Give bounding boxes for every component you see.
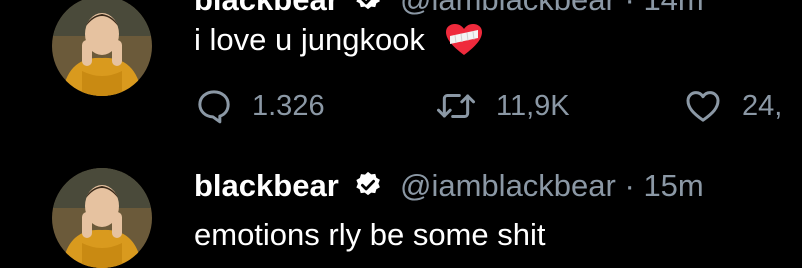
- avatar-image: [52, 168, 152, 268]
- display-name[interactable]: blackbear: [194, 0, 339, 17]
- reply-icon: [198, 90, 230, 124]
- separator-dot: ·: [624, 0, 634, 17]
- tweet-header: blackbear @iamblackbear · 14m: [194, 0, 704, 18]
- tweet-text: i love u jungkook: [194, 22, 484, 58]
- reply-count: 1.326: [252, 89, 325, 122]
- timestamp[interactable]: 15m: [643, 168, 703, 203]
- display-name[interactable]: blackbear: [194, 168, 339, 203]
- avatar[interactable]: [52, 0, 152, 96]
- tweet-text: emotions rly be some shit: [194, 217, 545, 253]
- timestamp[interactable]: 14m: [643, 0, 703, 17]
- tweet-text-content: i love u jungkook: [194, 22, 425, 57]
- like-count: 24,: [742, 89, 783, 122]
- retweet-icon: [437, 94, 475, 118]
- tweet-text-content: emotions rly be some shit: [194, 217, 546, 252]
- avatar[interactable]: [52, 168, 152, 268]
- retweet-count: 11,9K: [496, 89, 570, 122]
- mending-heart-emoji: [444, 22, 484, 58]
- verified-badge-icon: [353, 0, 383, 14]
- handle[interactable]: @iamblackbear: [400, 168, 616, 203]
- retweet-button[interactable]: 11,9K: [434, 84, 570, 128]
- tweet-header: blackbear @iamblackbear · 15m: [194, 168, 704, 204]
- like-button[interactable]: 24,: [682, 84, 782, 128]
- tweet-2[interactable]: blackbear @iamblackbear · 15m emotions r…: [0, 150, 802, 268]
- tweet-1[interactable]: blackbear @iamblackbear · 14m i love u j…: [0, 0, 802, 150]
- heart-icon: [686, 91, 720, 122]
- verified-badge-icon: [353, 170, 383, 200]
- separator-dot: ·: [624, 168, 635, 203]
- tweet-actions: 1.326 11,9K 24,: [194, 84, 802, 128]
- reply-button[interactable]: 1.326: [194, 84, 325, 128]
- avatar-image: [52, 0, 152, 96]
- handle[interactable]: @iamblackbear: [400, 0, 616, 17]
